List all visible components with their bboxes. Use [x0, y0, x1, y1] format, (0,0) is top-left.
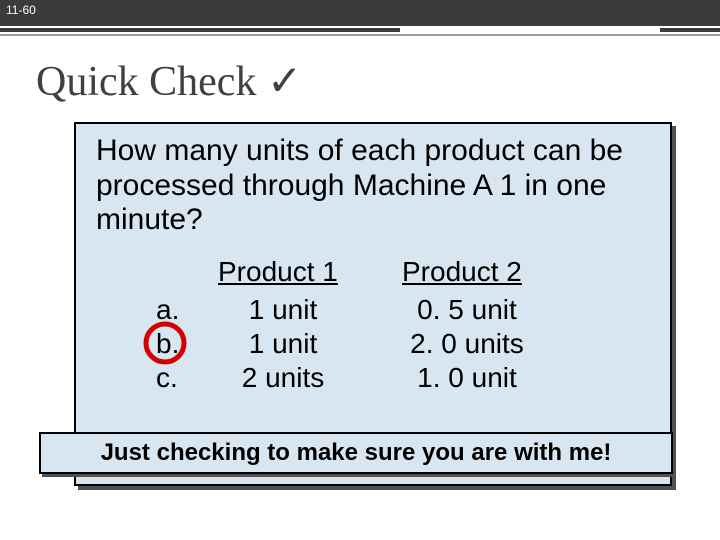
cell-c-product2: 1. 0 unit — [392, 362, 542, 394]
footer-text: Just checking to make sure you are with … — [101, 439, 612, 467]
cell-a-product2: 0. 5 unit — [392, 294, 542, 326]
slide: 11-60 Quick Check ✓ How many units of ea… — [0, 0, 720, 540]
cell-c-product1: 2 units — [218, 362, 348, 394]
title-underline-gap — [400, 26, 660, 34]
footer-panel: Just checking to make sure you are with … — [39, 432, 673, 474]
title-text: Quick Check — [36, 59, 256, 105]
question-text: How many units of each product can be pr… — [96, 134, 666, 238]
column-header-product-1: Product 1 — [218, 256, 338, 288]
slide-number: 11-60 — [6, 3, 36, 17]
cell-b-product2: 2. 0 units — [392, 328, 542, 360]
option-label-c: c. — [156, 362, 196, 394]
check-icon: ✓ — [267, 57, 302, 104]
header-bar — [0, 0, 720, 26]
slide-title: Quick Check ✓ — [36, 56, 302, 106]
cell-a-product1: 1 unit — [218, 294, 348, 326]
cell-b-product1: 1 unit — [218, 328, 348, 360]
column-header-product-2: Product 2 — [402, 256, 522, 288]
answer-circle-icon — [142, 320, 188, 366]
